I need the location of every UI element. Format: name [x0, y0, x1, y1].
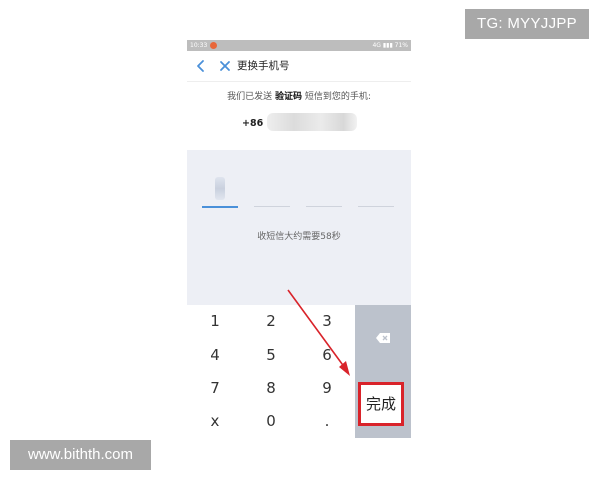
watermark-bottom: www.bithth.com	[10, 440, 151, 470]
notification-dot-icon	[210, 42, 217, 49]
close-icon[interactable]	[216, 57, 234, 75]
done-button[interactable]: 完成	[358, 382, 404, 426]
sent-message-prefix: 我们已发送	[227, 92, 273, 102]
nav-bar: 更换手机号	[187, 51, 411, 82]
watermark-top: TG: MYYJJPP	[465, 9, 589, 39]
key-8[interactable]: 8	[243, 372, 299, 405]
sent-message-highlight: 验证码	[274, 92, 302, 102]
key-x[interactable]: x	[187, 405, 243, 438]
done-label: 完成	[365, 395, 396, 413]
key-1[interactable]: 1	[187, 305, 243, 338]
key-5[interactable]: 5	[243, 339, 299, 372]
code-cursor	[215, 177, 225, 200]
code-input-area[interactable]	[187, 150, 411, 305]
key-2[interactable]: 2	[243, 305, 299, 338]
key-7[interactable]: 7	[187, 372, 243, 405]
phone-screen: 10:33 4G ▮▮▮ 71% 更换手机号 我们已发送 验证码 短信到您的手机…	[187, 40, 411, 438]
key-0[interactable]: 0	[243, 405, 299, 438]
code-digit-slot-2[interactable]	[254, 206, 290, 207]
key-dot[interactable]: .	[299, 405, 355, 438]
sent-message-suffix: 短信到您的手机:	[304, 92, 371, 102]
countdown-text: 收短信大约需要58秒	[257, 232, 341, 242]
key-6[interactable]: 6	[299, 339, 355, 372]
delete-key[interactable]	[355, 305, 411, 372]
key-3[interactable]: 3	[299, 305, 355, 338]
code-digit-slot-3[interactable]	[306, 206, 342, 207]
page-title: 更换手机号	[237, 60, 290, 72]
backspace-icon	[376, 333, 390, 343]
blurred-phone-number	[267, 113, 357, 131]
key-4[interactable]: 4	[187, 339, 243, 372]
phone-prefix: +86	[242, 118, 264, 129]
chevron-left-icon[interactable]	[192, 57, 210, 75]
status-bar: 10:33 4G ▮▮▮ 71%	[187, 40, 411, 51]
status-time: 10:33	[190, 42, 208, 49]
numeric-keypad: 1 2 3 4 5 6 7 8 9 x 0 . 完成	[187, 305, 411, 438]
code-digit-slot-1[interactable]	[202, 206, 238, 208]
key-9[interactable]: 9	[299, 372, 355, 405]
code-digit-slot-4[interactable]	[358, 206, 394, 207]
sent-message: 我们已发送 验证码 短信到您的手机:	[187, 90, 411, 104]
status-indicators: 4G ▮▮▮ 71%	[372, 42, 408, 49]
